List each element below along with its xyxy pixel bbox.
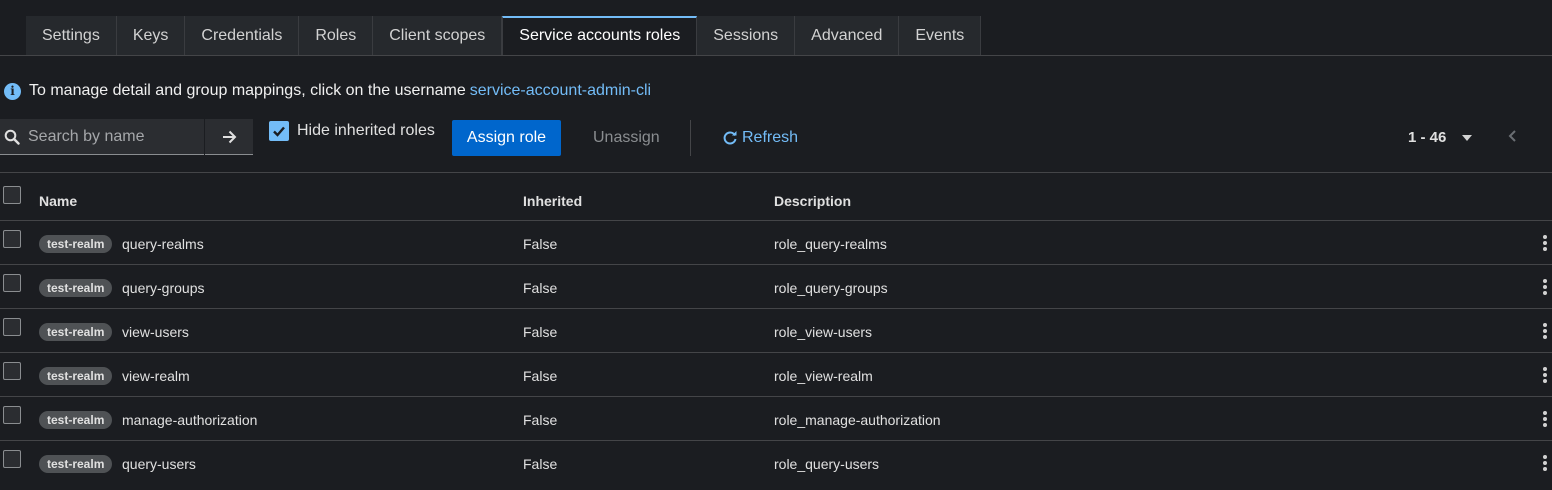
row-checkbox[interactable]	[3, 362, 21, 380]
role-name: query-users	[122, 456, 196, 472]
refresh-icon	[723, 131, 737, 145]
realm-badge: test-realm	[39, 279, 113, 297]
search-input[interactable]	[26, 126, 200, 147]
role-name: query-realms	[122, 236, 204, 252]
table-row: test-realm manage-authorization False ro…	[0, 396, 1552, 440]
role-inherited: False	[523, 412, 558, 428]
realm-badge: test-realm	[39, 367, 113, 385]
refresh-button[interactable]: Refresh	[722, 120, 798, 156]
pagination-range: 1 - 46	[1408, 129, 1447, 146]
toolbar: Hide inherited roles Assign role Unassig…	[0, 119, 1552, 159]
table-row: test-realm query-users False role_query-…	[0, 440, 1552, 484]
kebab-menu-icon[interactable]	[1543, 235, 1548, 253]
toolbar-divider	[690, 120, 691, 156]
previous-page-button[interactable]	[1508, 129, 1518, 148]
table-header: Name Inherited Description	[0, 172, 1552, 220]
tab-client-scopes[interactable]: Client scopes	[373, 16, 503, 55]
tab-credentials[interactable]: Credentials	[185, 16, 300, 55]
table-row: test-realm view-users False role_view-us…	[0, 308, 1552, 352]
row-checkbox[interactable]	[3, 230, 21, 248]
roles-table: Name Inherited Description test-realm qu…	[0, 172, 1552, 484]
tab-sessions[interactable]: Sessions	[697, 16, 796, 55]
hide-inherited-checkbox[interactable]	[269, 121, 289, 141]
row-checkbox[interactable]	[3, 406, 21, 424]
role-name: query-groups	[122, 280, 205, 296]
chevron-left-icon	[1508, 130, 1516, 142]
tab-settings[interactable]: Settings	[26, 16, 117, 55]
refresh-label: Refresh	[742, 129, 799, 146]
tab-strip: Settings Keys Credentials Roles Client s…	[26, 16, 982, 55]
hide-inherited-toggle[interactable]: Hide inherited roles	[269, 121, 435, 141]
role-description: role_query-groups	[774, 280, 888, 296]
role-inherited: False	[523, 280, 558, 296]
kebab-menu-icon[interactable]	[1543, 411, 1548, 429]
role-inherited: False	[523, 368, 558, 384]
role-name: manage-authorization	[122, 412, 258, 428]
row-checkbox[interactable]	[3, 274, 21, 292]
search-icon	[4, 129, 20, 145]
unassign-button[interactable]: Unassign	[593, 120, 660, 156]
role-description: role_query-users	[774, 456, 880, 472]
tab-advanced[interactable]: Advanced	[795, 16, 900, 55]
role-name: view-realm	[122, 368, 190, 384]
header-description: Description	[774, 193, 852, 209]
tab-service-accounts-roles[interactable]: Service accounts roles	[502, 16, 698, 55]
realm-badge: test-realm	[39, 455, 113, 473]
role-name: view-users	[122, 324, 189, 340]
tab-bar: Settings Keys Credentials Roles Client s…	[0, 0, 1552, 56]
search-submit-button[interactable]	[205, 119, 253, 155]
realm-badge: test-realm	[39, 235, 113, 253]
header-inherited: Inherited	[523, 193, 583, 209]
table-row: test-realm query-groups False role_query…	[0, 264, 1552, 308]
role-inherited: False	[523, 236, 558, 252]
info-icon: i	[4, 82, 21, 100]
kebab-menu-icon[interactable]	[1543, 323, 1548, 341]
row-checkbox[interactable]	[3, 450, 21, 468]
tab-keys[interactable]: Keys	[117, 16, 186, 55]
tab-roles[interactable]: Roles	[299, 16, 374, 55]
tab-events[interactable]: Events	[899, 16, 982, 55]
hide-inherited-label: Hide inherited roles	[297, 122, 435, 139]
info-message: i To manage detail and group mappings, c…	[4, 82, 651, 100]
realm-badge: test-realm	[39, 323, 113, 341]
role-description: role_manage-authorization	[774, 412, 941, 428]
role-inherited: False	[523, 456, 558, 472]
header-name[interactable]: Name	[39, 193, 77, 209]
kebab-menu-icon[interactable]	[1543, 455, 1548, 473]
caret-down-icon	[1462, 135, 1473, 141]
pagination-toggle[interactable]: 1 - 46	[1408, 120, 1473, 156]
role-description: role_view-users	[774, 324, 873, 340]
role-description: role_query-realms	[774, 236, 887, 252]
role-description: role_view-realm	[774, 368, 873, 384]
realm-badge: test-realm	[39, 411, 113, 429]
checkmark-icon	[273, 126, 285, 137]
search-box	[0, 119, 204, 155]
role-inherited: False	[523, 324, 558, 340]
select-all-checkbox[interactable]	[3, 186, 21, 204]
service-account-link[interactable]: service-account-admin-cli	[470, 82, 651, 100]
table-row: test-realm query-realms False role_query…	[0, 220, 1552, 264]
kebab-menu-icon[interactable]	[1543, 279, 1548, 297]
row-checkbox[interactable]	[3, 318, 21, 336]
arrow-right-icon	[223, 130, 237, 143]
info-text: To manage detail and group mappings, cli…	[29, 82, 466, 99]
assign-role-button[interactable]: Assign role	[452, 120, 561, 156]
kebab-menu-icon[interactable]	[1543, 367, 1548, 385]
table-row: test-realm view-realm False role_view-re…	[0, 352, 1552, 396]
